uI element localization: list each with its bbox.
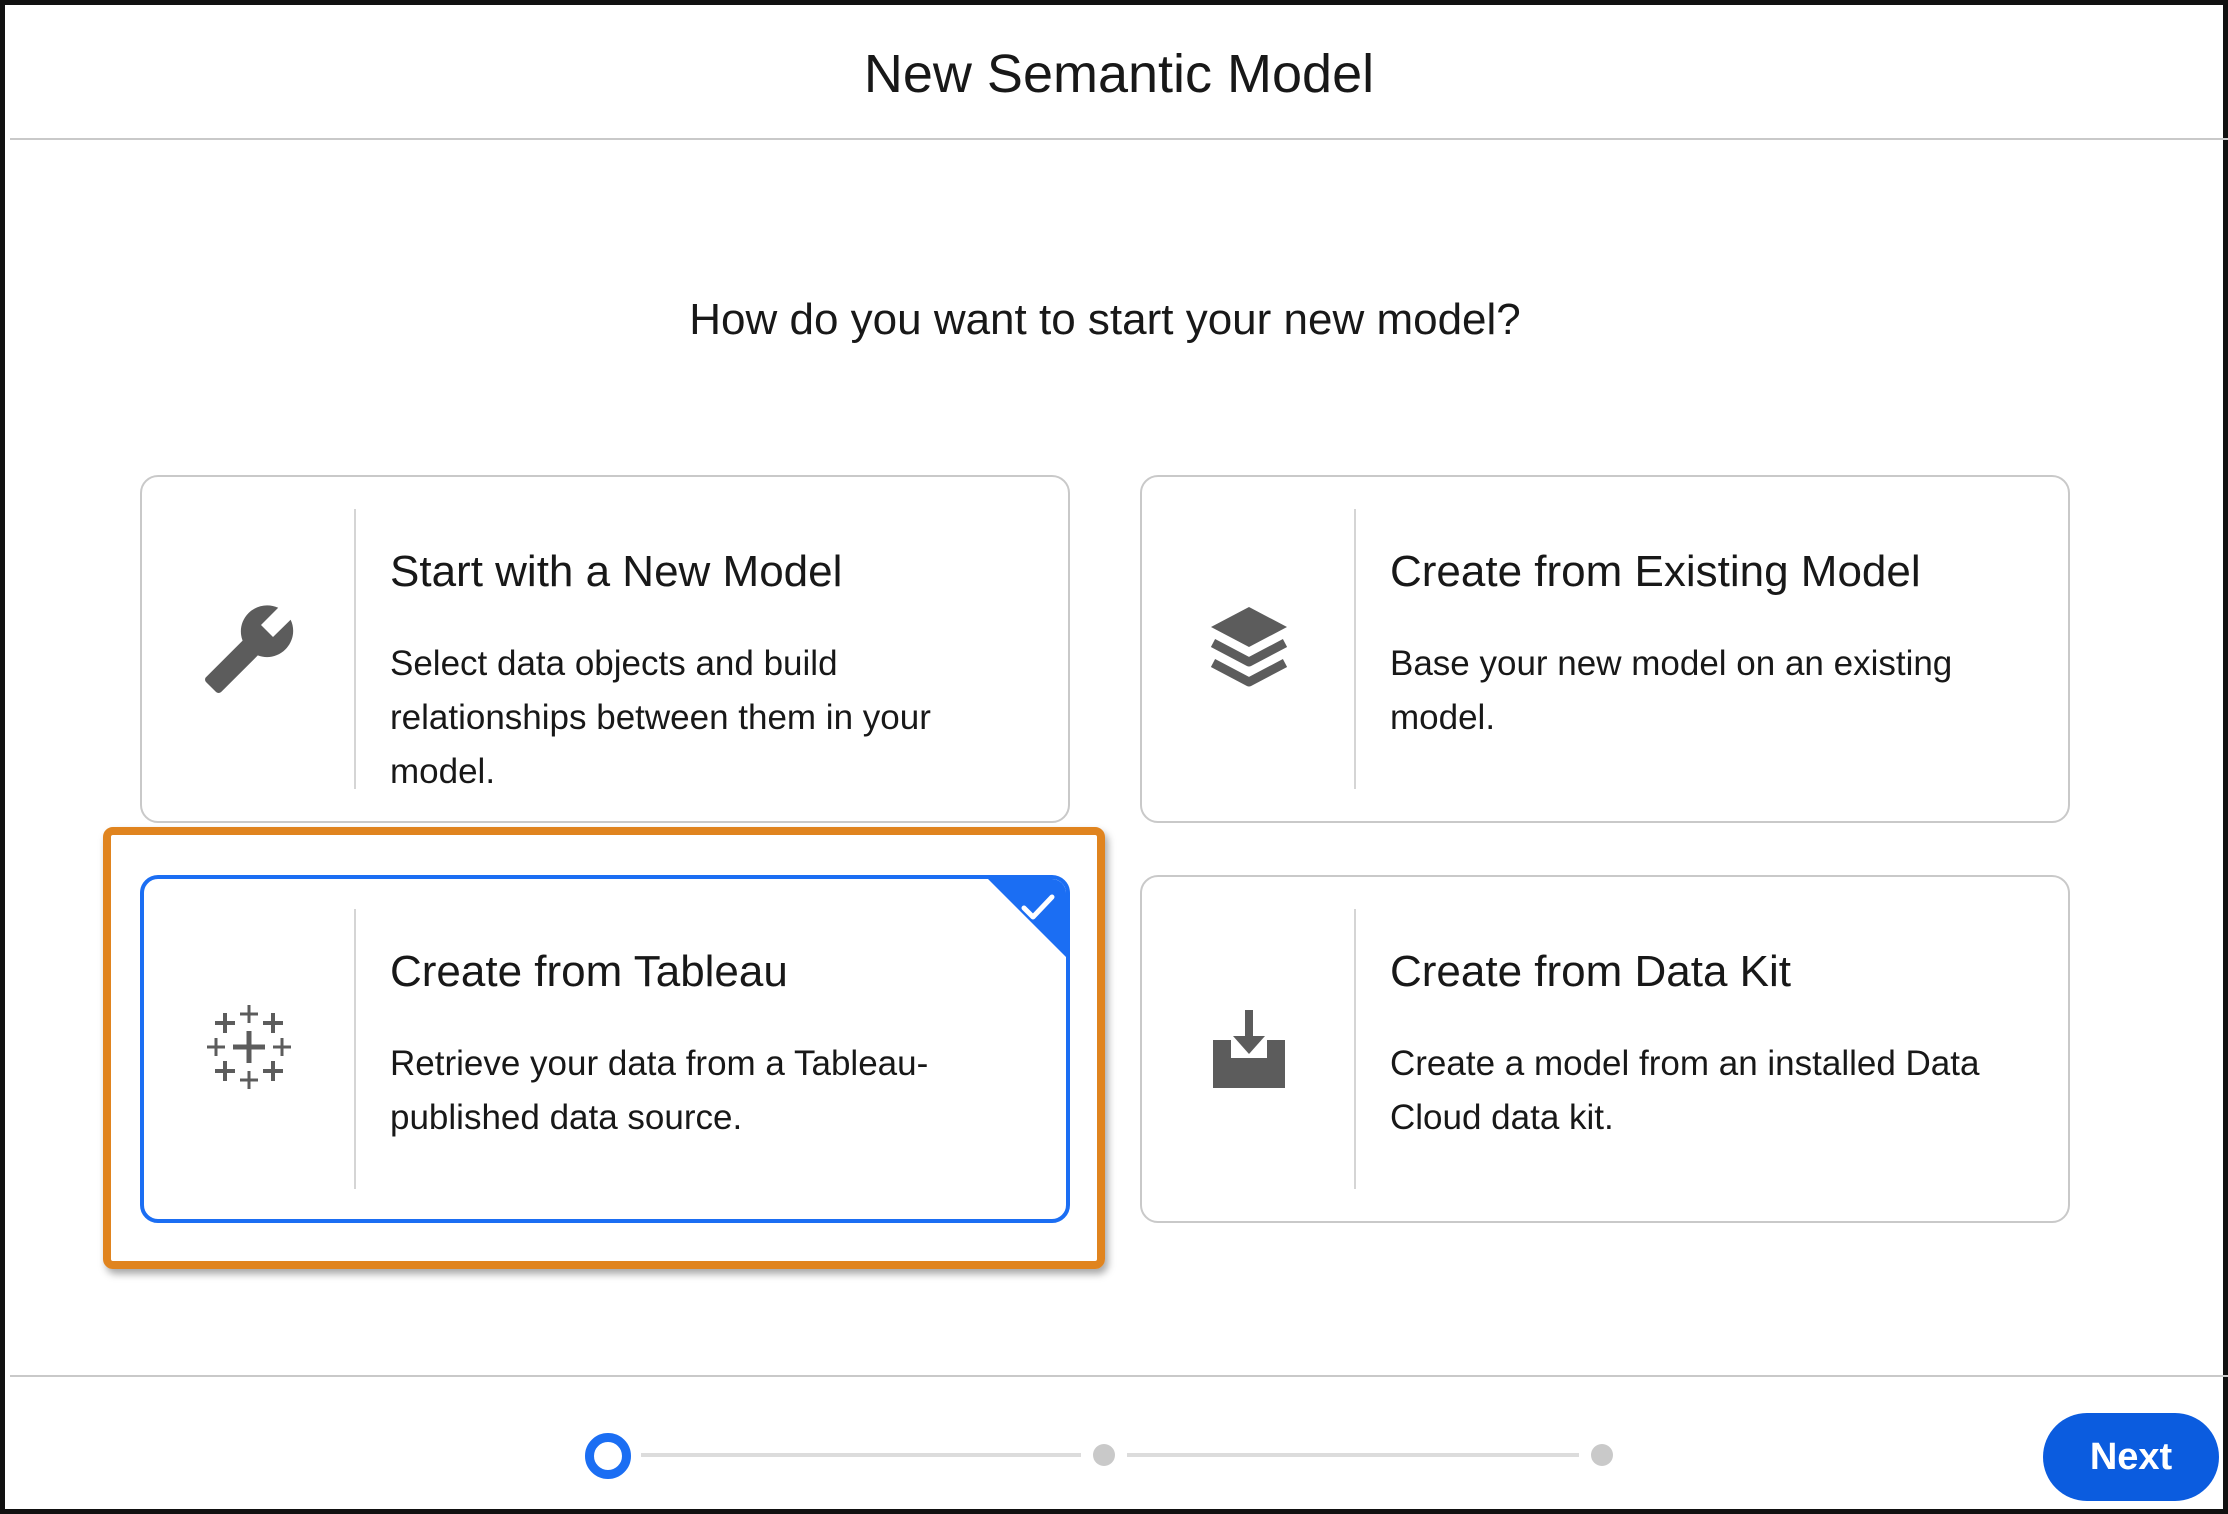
card-description: Create a model from an installed Data Cl… <box>1390 1044 1980 1137</box>
card-start-new-model[interactable]: Start with a New Model Select data objec… <box>140 475 1070 823</box>
step-indicator-pending <box>1093 1444 1115 1466</box>
card-divider <box>1354 509 1356 789</box>
card-title: Create from Tableau <box>390 947 788 996</box>
step-indicator-current <box>585 1433 631 1479</box>
start-question: How do you want to start your new model? <box>689 295 1521 344</box>
step-indicator-pending <box>1591 1444 1613 1466</box>
card-title: Start with a New Model <box>390 547 843 596</box>
card-divider <box>1354 909 1356 1189</box>
download-tray-icon <box>1142 877 1356 1221</box>
card-description: Base your new model on an existing model… <box>1390 644 1953 737</box>
stepper-connector <box>641 1453 1081 1457</box>
card-title: Create from Data Kit <box>1390 947 1792 996</box>
modal-title: New Semantic Model <box>863 44 1375 104</box>
checkmark-icon <box>1021 894 1055 920</box>
modal-header: New Semantic Model <box>10 10 2228 140</box>
footer-divider <box>10 1375 2228 1377</box>
modal-window: New Semantic Model How do you want to st… <box>0 0 2228 1514</box>
card-create-from-existing-model[interactable]: Create from Existing Model Base your new… <box>1140 475 2070 823</box>
card-create-from-tableau[interactable]: Create from Tableau Retrieve your data f… <box>140 875 1070 1223</box>
card-divider <box>354 509 356 789</box>
tableau-logo-icon <box>144 879 356 1217</box>
layers-icon <box>1142 477 1356 821</box>
card-divider <box>354 909 356 1189</box>
card-description: Retrieve your data from a Tableau-publis… <box>390 1044 929 1137</box>
card-description: Select data objects and build relationsh… <box>390 644 931 791</box>
wrench-icon <box>142 477 356 821</box>
next-button[interactable]: Next <box>2043 1413 2219 1501</box>
card-title: Create from Existing Model <box>1390 547 1921 596</box>
stepper-connector <box>1127 1453 1579 1457</box>
card-create-from-data-kit[interactable]: Create from Data Kit Create a model from… <box>1140 875 2070 1223</box>
